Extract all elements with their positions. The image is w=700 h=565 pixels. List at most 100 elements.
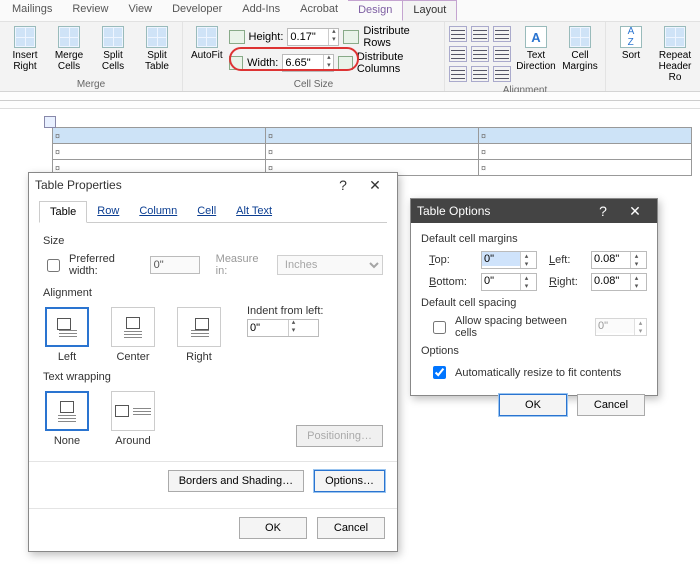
group-data: AZSort RepeatHeader Ro xyxy=(606,22,700,91)
ribbon: InsertRight MergeCells SplitCells SplitT… xyxy=(0,22,700,92)
dialog-title: Table Options xyxy=(417,204,587,218)
table-move-handle[interactable] xyxy=(44,116,56,128)
align-ml[interactable] xyxy=(449,46,467,62)
close-button[interactable]: ✕ xyxy=(619,203,651,220)
positioning-button: Positioning… xyxy=(296,425,383,447)
text-wrapping-section-label: Text wrapping xyxy=(43,371,383,383)
group-merge: InsertRight MergeCells SplitCells SplitT… xyxy=(0,22,183,91)
help-button[interactable]: ? xyxy=(587,203,619,219)
tab-cell[interactable]: Cell xyxy=(187,201,226,222)
tab-alt-text[interactable]: Alt Text xyxy=(226,201,282,222)
repeat-header-rows-button[interactable]: RepeatHeader Ro xyxy=(654,24,696,83)
margin-right-spinner[interactable]: ▴▾ xyxy=(591,273,647,291)
close-button[interactable]: ✕ xyxy=(359,177,391,194)
wrap-none-option[interactable]: None xyxy=(43,391,91,447)
default-margins-label: Default cell margins xyxy=(421,233,647,245)
sort-button[interactable]: AZSort xyxy=(610,24,652,61)
document-area: ¤¤¤ ¤¤¤ ¤¤¤ xyxy=(0,109,700,176)
preferred-width-checkbox[interactable] xyxy=(47,259,60,272)
tab-row[interactable]: Row xyxy=(87,201,129,222)
margin-right-label: Right: xyxy=(549,276,591,288)
align-mr[interactable] xyxy=(493,46,511,62)
distribute-cols-icon xyxy=(338,56,353,70)
table-properties-titlebar[interactable]: Table Properties ? ✕ xyxy=(29,173,397,197)
tab-layout[interactable]: Layout xyxy=(402,0,457,21)
width-spinner[interactable]: ▴▾ xyxy=(282,54,334,72)
tab-review[interactable]: Review xyxy=(62,0,118,21)
dialog-tabs: Table Row Column Cell Alt Text xyxy=(39,201,387,223)
align-right-option[interactable]: Right xyxy=(175,307,223,363)
allow-spacing-checkbox[interactable] xyxy=(433,321,446,334)
size-section-label: Size xyxy=(43,235,383,247)
text-direction-button[interactable]: ATextDirection xyxy=(515,24,557,72)
measure-in-select: Inches xyxy=(277,255,383,275)
align-tr[interactable] xyxy=(493,26,511,42)
cell-spacing-spinner: ▴▾ xyxy=(595,318,647,336)
table-properties-dialog: Table Properties ? ✕ Table Row Column Ce… xyxy=(28,172,398,552)
distribute-rows-icon xyxy=(343,30,359,44)
margin-top-spinner[interactable]: ▴▾ xyxy=(481,251,537,269)
dialog-title: Table Properties xyxy=(35,178,327,192)
align-br[interactable] xyxy=(493,66,511,82)
help-button[interactable]: ? xyxy=(327,177,359,193)
margin-left-label: Left: xyxy=(549,254,591,266)
default-spacing-label: Default cell spacing xyxy=(421,297,647,309)
table-options-titlebar[interactable]: Table Options ? ✕ xyxy=(411,199,657,223)
options-section-label: Options xyxy=(421,345,647,357)
distribute-cols-button[interactable]: Distribute Columns xyxy=(357,51,440,75)
opts-cancel-button[interactable]: Cancel xyxy=(577,394,645,416)
align-tc[interactable] xyxy=(471,26,489,42)
align-bl[interactable] xyxy=(449,66,467,82)
group-label-merge: Merge xyxy=(4,78,178,91)
cell-margins-button[interactable]: CellMargins xyxy=(559,24,601,72)
split-table-button[interactable]: SplitTable xyxy=(136,24,178,72)
align-left-option[interactable]: Left xyxy=(43,307,91,363)
height-icon xyxy=(229,30,245,44)
margin-bottom-spinner[interactable]: ▴▾ xyxy=(481,273,537,291)
options-button[interactable]: Options… xyxy=(314,470,385,492)
align-center-option[interactable]: Center xyxy=(109,307,157,363)
alignment-section-label: Alignment xyxy=(43,287,383,299)
tab-developer[interactable]: Developer xyxy=(162,0,232,21)
props-cancel-button[interactable]: Cancel xyxy=(317,517,385,539)
height-label: Height: xyxy=(249,31,284,43)
table-options-dialog: Table Options ? ✕ Default cell margins T… xyxy=(410,198,658,396)
ruler xyxy=(0,92,700,109)
split-cells-button[interactable]: SplitCells xyxy=(92,24,134,72)
document-table[interactable]: ¤¤¤ ¤¤¤ ¤¤¤ xyxy=(52,127,692,176)
merge-cells-button[interactable]: MergeCells xyxy=(48,24,90,72)
tab-addins[interactable]: Add-Ins xyxy=(232,0,290,21)
tab-acrobat[interactable]: Acrobat xyxy=(290,0,348,21)
preferred-width-label: Preferred width: xyxy=(69,253,144,277)
tab-column[interactable]: Column xyxy=(129,201,187,222)
width-label: Width: xyxy=(247,57,278,69)
group-alignment: ATextDirection CellMargins Alignment xyxy=(445,22,606,91)
align-mc[interactable] xyxy=(471,46,489,62)
width-icon xyxy=(229,56,244,70)
auto-resize-checkbox[interactable] xyxy=(433,366,446,379)
margin-top-label: Top: xyxy=(429,254,481,266)
measure-in-label: Measure in: xyxy=(216,253,271,277)
distribute-rows-button[interactable]: Distribute Rows xyxy=(363,25,440,49)
align-bc[interactable] xyxy=(471,66,489,82)
group-cell-size: AutoFit Height: ▴▾ Distribute Rows Width… xyxy=(183,22,445,91)
borders-shading-button[interactable]: Borders and Shading… xyxy=(168,470,304,492)
margin-left-spinner[interactable]: ▴▾ xyxy=(591,251,647,269)
height-spinner[interactable]: ▴▾ xyxy=(287,28,339,46)
opts-ok-button[interactable]: OK xyxy=(499,394,567,416)
tab-view[interactable]: View xyxy=(118,0,162,21)
tab-design[interactable]: Design xyxy=(348,0,402,21)
insert-right-button[interactable]: InsertRight xyxy=(4,24,46,72)
autofit-button[interactable]: AutoFit xyxy=(187,24,227,61)
indent-from-left-spinner[interactable]: ▴▾ xyxy=(247,319,319,337)
align-tl[interactable] xyxy=(449,26,467,42)
props-ok-button[interactable]: OK xyxy=(239,517,307,539)
margin-bottom-label: Bottom: xyxy=(429,276,481,288)
wrap-around-option[interactable]: Around xyxy=(109,391,157,447)
tab-table[interactable]: Table xyxy=(39,201,87,223)
tab-mailings[interactable]: Mailings xyxy=(2,0,62,21)
auto-resize-label: Automatically resize to fit contents xyxy=(455,367,621,379)
indent-from-left-label: Indent from left: xyxy=(247,305,323,317)
group-label-cell-size: Cell Size xyxy=(187,78,440,91)
ribbon-tabs: Mailings Review View Developer Add-Ins A… xyxy=(0,0,700,22)
